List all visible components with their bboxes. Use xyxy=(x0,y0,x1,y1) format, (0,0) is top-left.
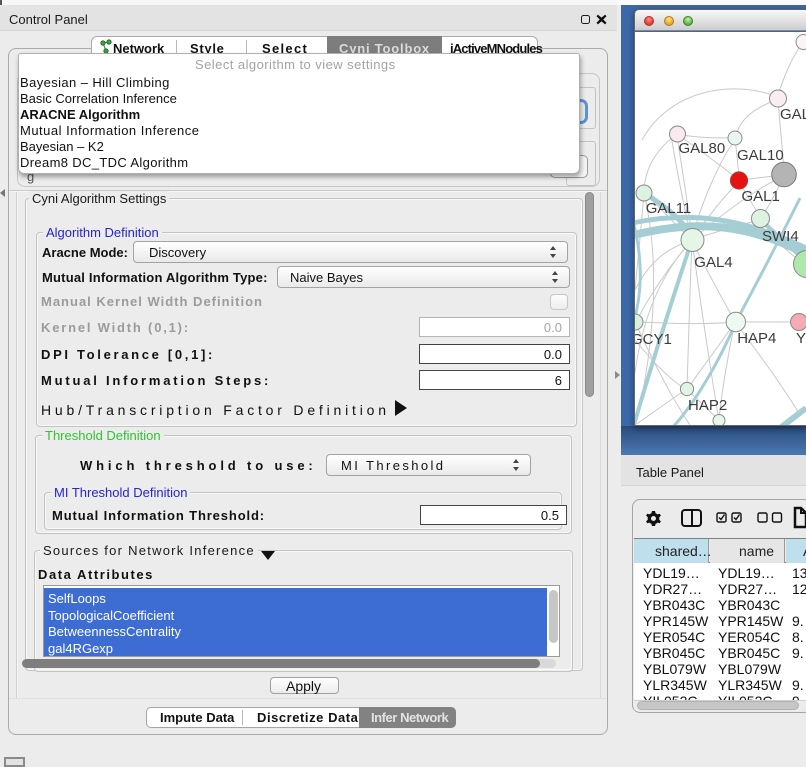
svg-text:GAL7: GAL7 xyxy=(780,106,806,123)
svg-text:HAP4: HAP4 xyxy=(737,330,776,347)
svg-text:GAL4: GAL4 xyxy=(694,254,732,271)
svg-text:GAL80: GAL80 xyxy=(679,140,726,157)
svg-text:GAL11: GAL11 xyxy=(646,200,692,217)
svg-text:GAL1: GAL1 xyxy=(742,188,780,205)
svg-text:GAL10: GAL10 xyxy=(737,147,784,164)
svg-text:HAP2: HAP2 xyxy=(688,397,727,414)
svg-text:GCY1: GCY1 xyxy=(635,331,672,348)
svg-text:SWI4: SWI4 xyxy=(762,228,799,245)
svg-text:Y: Y xyxy=(796,330,806,347)
